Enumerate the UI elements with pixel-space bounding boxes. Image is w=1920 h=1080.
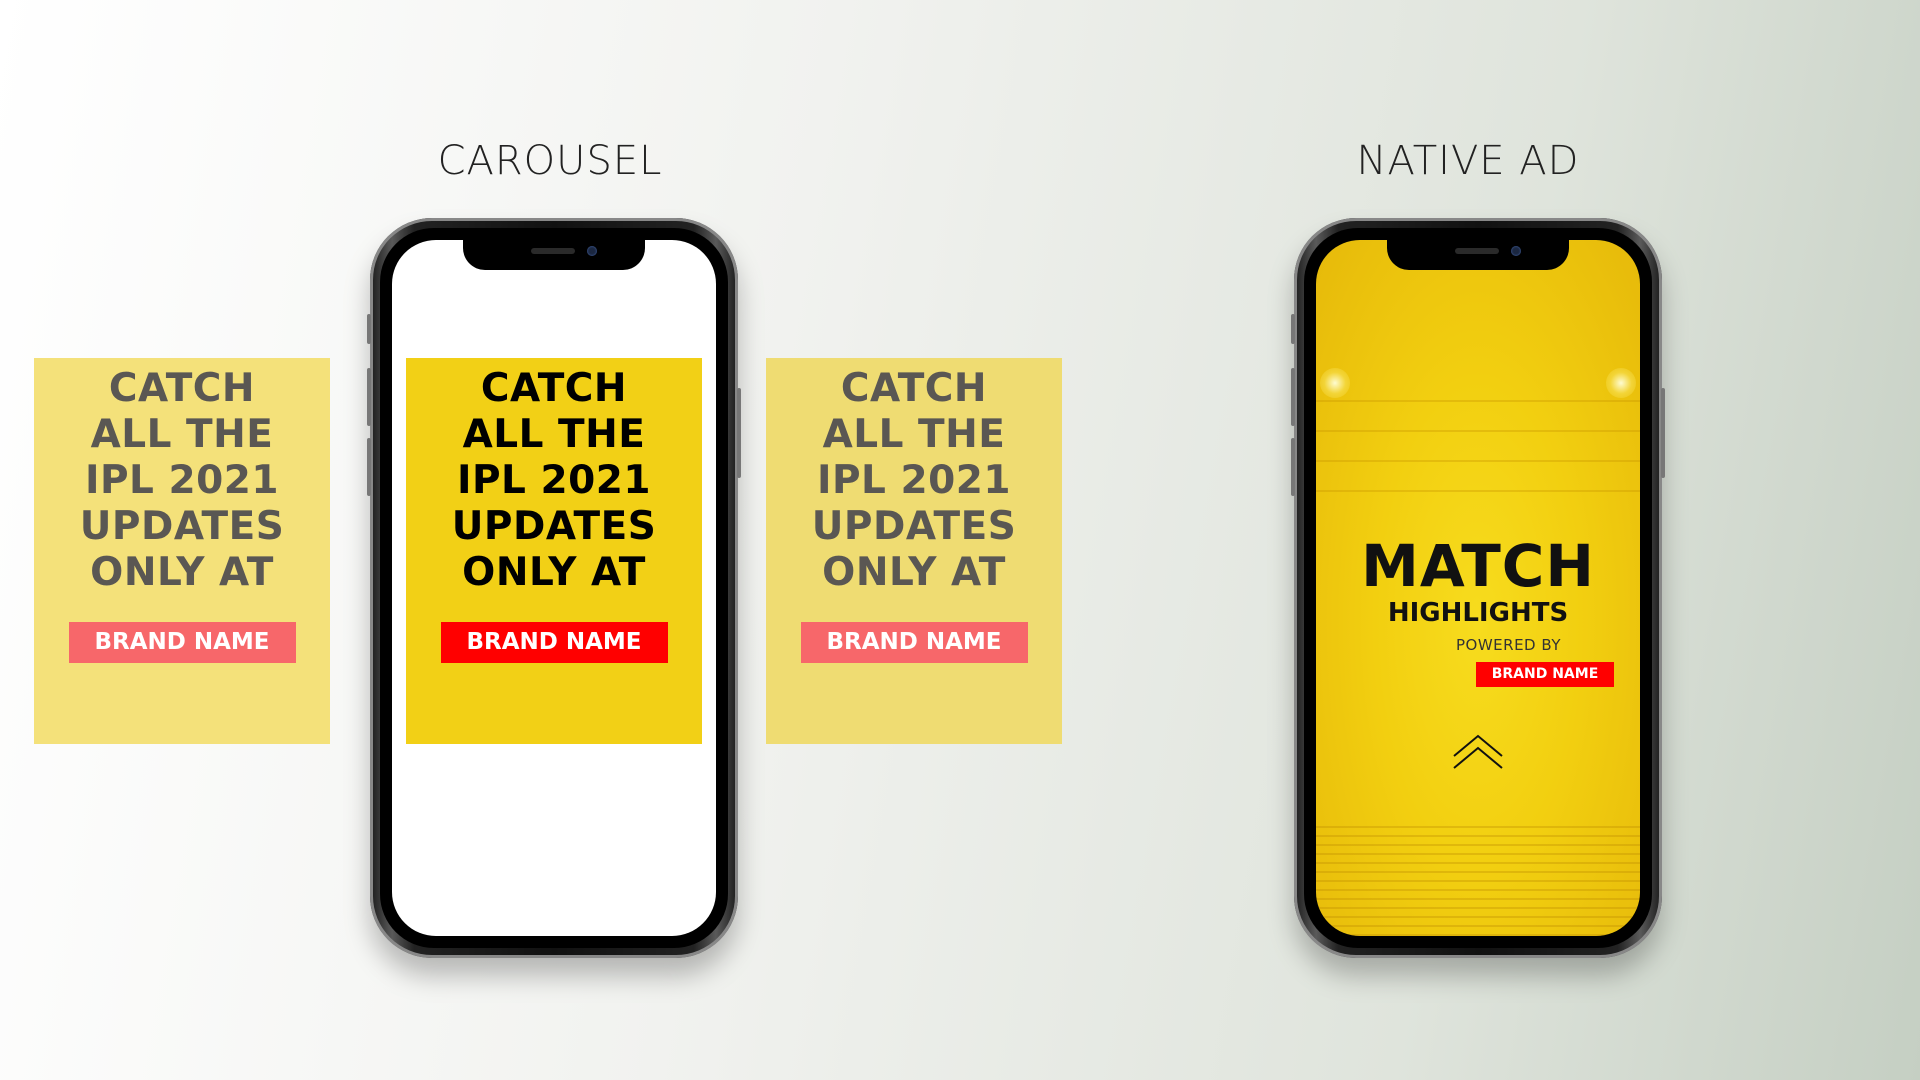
card-headline: CATCH ALL THE IPL 2021 UPDATES ONLY AT [451, 366, 657, 595]
native-ad-title: MATCH [1361, 532, 1595, 600]
brand-name-badge: BRAND NAME [68, 622, 296, 663]
stadium-line [1316, 460, 1640, 462]
native-ad-screen[interactable]: MATCH HIGHLIGHTS POWERED BY BRAND NAME [1316, 240, 1640, 936]
card-headline: CATCH ALL THE IPL 2021 UPDATES ONLY AT [811, 366, 1017, 595]
power-button [737, 388, 741, 478]
carousel-card-active[interactable]: CATCH ALL THE IPL 2021 UPDATES ONLY AT B… [406, 358, 702, 744]
volume-down-button [1291, 438, 1295, 496]
phone-notch [1387, 240, 1569, 270]
native-ad-label: NATIVE AD [1356, 138, 1580, 184]
volume-up-button [367, 368, 371, 426]
speaker-grille [1455, 248, 1499, 254]
carousel-label: CAROUSEL [437, 138, 663, 184]
stadium-light [1606, 368, 1636, 398]
phone-notch [463, 240, 645, 270]
camera-icon [1511, 246, 1521, 256]
stadium-line [1316, 400, 1640, 402]
card-headline: CATCH ALL THE IPL 2021 UPDATES ONLY AT [79, 366, 285, 595]
stadium-line [1316, 430, 1640, 432]
mute-switch [1291, 314, 1295, 344]
powered-by-text: POWERED BY [1456, 636, 1562, 654]
volume-down-button [367, 438, 371, 496]
chevron-up-icon[interactable] [1450, 734, 1506, 770]
native-ad-phone-mockup: MATCH HIGHLIGHTS POWERED BY BRAND NAME [1291, 218, 1665, 958]
carousel-card-previous[interactable]: CATCH ALL THE IPL 2021 UPDATES ONLY AT B… [34, 358, 330, 744]
mute-switch [367, 314, 371, 344]
brand-name-badge[interactable]: BRAND NAME [1476, 662, 1614, 687]
stadium-line [1316, 490, 1640, 492]
carousel-card-next[interactable]: CATCH ALL THE IPL 2021 UPDATES ONLY AT B… [766, 358, 1062, 744]
speaker-grille [531, 248, 575, 254]
stadium-seats [1316, 826, 1640, 936]
volume-up-button [1291, 368, 1295, 426]
power-button [1661, 388, 1665, 478]
brand-name-badge: BRAND NAME [440, 622, 668, 663]
stadium-light [1320, 368, 1350, 398]
camera-icon [587, 246, 597, 256]
brand-name-badge: BRAND NAME [800, 622, 1028, 663]
native-ad-subtitle: HIGHLIGHTS [1387, 598, 1569, 628]
